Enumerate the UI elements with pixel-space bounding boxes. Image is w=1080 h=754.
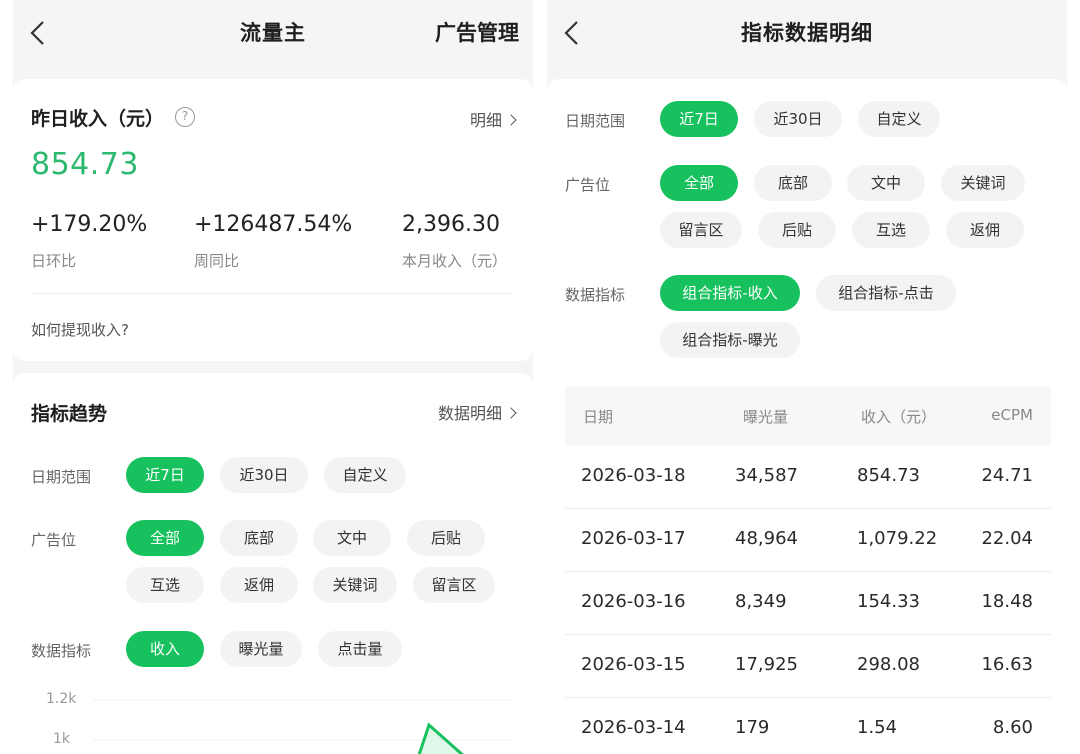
cell-income: 1.54 <box>857 717 898 738</box>
th-income: 收入（元） <box>861 408 937 426</box>
cell-impressions: 48,964 <box>735 528 798 549</box>
stat-value-month: 2,396.30 <box>402 212 500 237</box>
chip-rebate[interactable]: 返佣 <box>946 212 1024 248</box>
th-ecpm: eCPM <box>991 406 1033 424</box>
chip-combo-income[interactable]: 组合指标-收入 <box>660 275 800 311</box>
cell-date: 2026-03-18 <box>581 465 686 486</box>
cell-income: 854.73 <box>857 465 920 486</box>
stat-label-day: 日环比 <box>31 252 77 270</box>
chip-in-text[interactable]: 文中 <box>847 165 925 201</box>
cell-income: 1,079.22 <box>857 528 938 549</box>
table-row: 2026-03-18 34,587 854.73 24.71 <box>565 446 1051 509</box>
chip-keyword[interactable]: 关键词 <box>941 165 1025 201</box>
stat-value-week: +126487.54% <box>194 212 353 237</box>
trend-chart <box>93 699 513 754</box>
left-screen: 流量主 广告管理 昨日收入（元） ? 明细 854.73 +179.20% 日环… <box>13 0 533 754</box>
table-row: 2026-03-15 17,925 298.08 16.63 <box>565 635 1051 698</box>
table-row: 2026-03-14 179 1.54 8.60 <box>565 698 1051 754</box>
cell-impressions: 17,925 <box>735 654 798 675</box>
withdraw-help-link[interactable]: 如何提现收入? <box>31 319 129 340</box>
help-icon[interactable]: ? <box>175 107 195 127</box>
cell-ecpm: 18.48 <box>981 591 1033 612</box>
cell-income: 154.33 <box>857 591 920 612</box>
income-card: 昨日收入（元） ? 明细 854.73 +179.20% 日环比 +126487… <box>13 79 533 361</box>
nav-bar: 流量主 广告管理 <box>13 0 533 70</box>
divider <box>31 293 513 294</box>
chip-combo-clicks[interactable]: 组合指标-点击 <box>816 275 956 311</box>
nav-bar: 指标数据明细 <box>547 0 1067 70</box>
cell-ecpm: 16.63 <box>981 654 1033 675</box>
chip-7-days[interactable]: 近7日 <box>660 101 738 137</box>
stat-label-week: 周同比 <box>194 252 240 270</box>
chip-bottom[interactable]: 底部 <box>754 165 832 201</box>
page-title: 指标数据明细 <box>741 21 873 45</box>
detail-link[interactable]: 明细 <box>469 107 517 131</box>
cell-income: 298.08 <box>857 654 920 675</box>
cell-date: 2026-03-16 <box>581 591 686 612</box>
ad-manage-button[interactable]: 广告管理 <box>435 17 519 47</box>
detail-link-label: 明细 <box>469 111 502 130</box>
metric-label: 数据指标 <box>565 286 626 304</box>
cell-date: 2026-03-15 <box>581 654 686 675</box>
cell-ecpm: 8.60 <box>992 717 1033 738</box>
right-screen: 指标数据明细 日期范围 近7日 近30日 自定义 广告位 全部 底部 文中 关键… <box>547 0 1067 754</box>
date-range-label: 日期范围 <box>565 112 626 130</box>
chip-custom[interactable]: 自定义 <box>858 101 940 137</box>
cell-date: 2026-03-17 <box>581 528 686 549</box>
cell-ecpm: 24.71 <box>981 465 1033 486</box>
th-date: 日期 <box>583 408 614 426</box>
trend-card: 指标趋势 数据明细 日期范围 近7日 近30日 自定义 广告位 全部 底部 文中… <box>13 373 533 754</box>
chip-all[interactable]: 全部 <box>660 165 738 201</box>
table-row: 2026-03-17 48,964 1,079.22 22.04 <box>565 509 1051 572</box>
ad-slot-label: 广告位 <box>565 176 611 194</box>
detail-card: 日期范围 近7日 近30日 自定义 广告位 全部 底部 文中 关键词 留言区 后… <box>547 79 1067 754</box>
stat-label-month: 本月收入（元） <box>402 252 508 270</box>
table-row: 2026-03-16 8,349 154.33 18.48 <box>565 572 1051 635</box>
cell-impressions: 179 <box>735 717 770 738</box>
cell-impressions: 34,587 <box>735 465 798 486</box>
cell-date: 2026-03-14 <box>581 717 686 738</box>
income-title: 昨日收入（元） <box>31 108 165 130</box>
yesterday-income-amount: 854.73 <box>31 147 139 182</box>
chip-mutual-select[interactable]: 互选 <box>852 212 930 248</box>
chevron-right-icon <box>505 114 517 126</box>
chip-post-roll[interactable]: 后贴 <box>758 212 836 248</box>
chip-comment-area[interactable]: 留言区 <box>660 212 742 248</box>
cell-impressions: 8,349 <box>735 591 787 612</box>
chip-combo-impressions[interactable]: 组合指标-曝光 <box>660 322 800 358</box>
th-impressions: 曝光量 <box>743 408 789 426</box>
stat-value-day: +179.20% <box>31 212 148 237</box>
table-header: 日期 曝光量 收入（元） eCPM <box>565 386 1051 446</box>
chip-30-days[interactable]: 近30日 <box>754 101 842 137</box>
cell-ecpm: 22.04 <box>981 528 1033 549</box>
